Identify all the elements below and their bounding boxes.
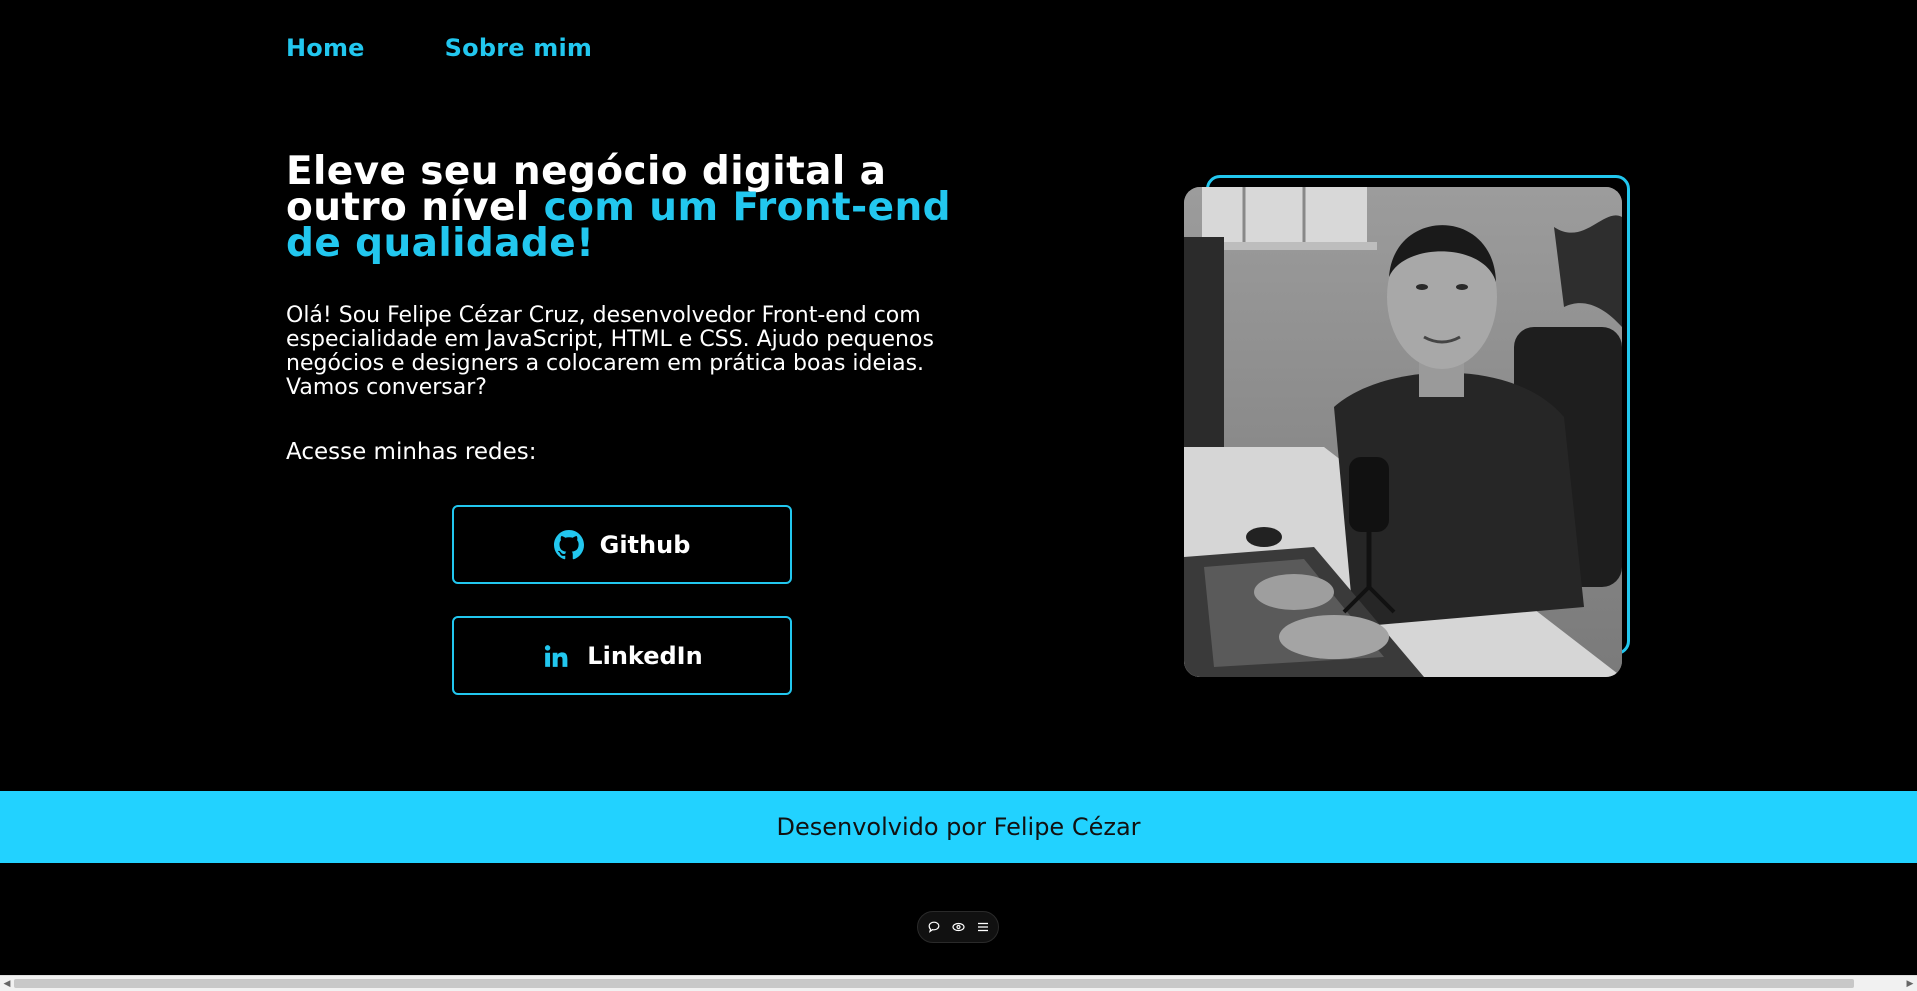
github-icon: [553, 529, 584, 560]
comment-icon[interactable]: [925, 918, 943, 936]
top-nav: Home Sobre mim: [286, 34, 592, 62]
horizontal-scrollbar[interactable]: ◀ ▶: [0, 975, 1917, 991]
floating-toolbar: [917, 911, 999, 943]
github-label: Github: [599, 530, 691, 559]
profile-photo: [1184, 187, 1622, 677]
footer-credit: Desenvolvido por Felipe Cézar: [776, 813, 1141, 841]
eye-icon[interactable]: [949, 918, 967, 936]
intro-text: Olá! Sou Felipe Cézar Cruz, desenvolvedo…: [286, 303, 934, 400]
linkedin-label: LinkedIn: [587, 641, 703, 670]
nav-home-link[interactable]: Home: [286, 34, 365, 62]
scrollbar-thumb[interactable]: [14, 979, 1854, 988]
scroll-left-icon[interactable]: ◀: [0, 976, 14, 991]
socials-label: Acesse minhas redes:: [286, 439, 537, 465]
github-button[interactable]: Github: [452, 505, 792, 584]
nav-about-link[interactable]: Sobre mim: [445, 34, 592, 62]
scroll-right-icon[interactable]: ▶: [1903, 976, 1917, 991]
linkedin-button[interactable]: LinkedIn: [452, 616, 792, 695]
linkedin-icon: [541, 641, 571, 671]
menu-icon[interactable]: [974, 918, 992, 936]
footer: Desenvolvido por Felipe Cézar: [0, 791, 1917, 863]
hero-title: Eleve seu negócio digital a outro nível …: [286, 152, 986, 263]
